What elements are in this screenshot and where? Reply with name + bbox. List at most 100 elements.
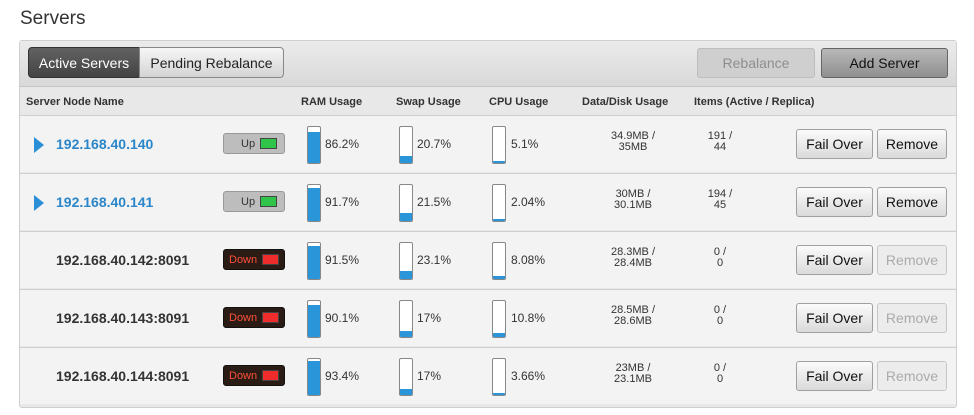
status-light-icon [260, 138, 278, 149]
column-header-node-name: Server Node Name [26, 96, 124, 108]
cpu-gauge [492, 126, 506, 164]
status-label: Up [241, 137, 256, 150]
gauge-fill [308, 304, 320, 337]
disk-usage: 23MB /23.1MB [588, 363, 678, 385]
swap-value: 20.7% [417, 137, 452, 151]
remove-button: Remove [877, 303, 947, 333]
rebalance-button[interactable]: Rebalance [697, 48, 815, 78]
cpu-gauge [492, 242, 506, 280]
status-light-icon [260, 196, 278, 207]
items-count: 191 /44 [690, 131, 750, 153]
gauge-fill [400, 330, 412, 337]
tab-active-servers[interactable]: Active Servers [28, 47, 140, 78]
swap-gauge [399, 242, 413, 280]
swap-value: 21.5% [417, 195, 452, 209]
disk-total: 35MB [618, 141, 648, 153]
ram-value: 91.7% [325, 195, 360, 209]
gauge-fill [308, 361, 320, 395]
column-header-disk: Data/Disk Usage [582, 96, 669, 108]
column-header-ram: RAM Usage [301, 96, 363, 108]
gauge-fill [308, 246, 320, 279]
servers-panel: Active Servers Pending Rebalance Rebalan… [19, 40, 957, 408]
status-badge: Down [223, 307, 285, 328]
status-badge: Up [223, 133, 285, 154]
items-replica: 0 [716, 373, 724, 385]
server-node-name[interactable]: 192.168.40.141 [56, 194, 153, 210]
items-count: 0 /0 [690, 247, 750, 269]
cpu-value: 10.8% [511, 311, 546, 325]
ram-value: 90.1% [325, 311, 360, 325]
cpu-gauge [492, 300, 506, 338]
ram-value: 91.5% [325, 253, 360, 267]
disk-usage: 28.3MB /28.4MB [588, 247, 678, 269]
disk-total: 30.1MB [614, 199, 652, 211]
remove-button: Remove [877, 361, 947, 391]
server-row: 192.168.40.141 Up 91.7% 21.5% 2.04% 30MB /30.… [20, 173, 956, 230]
disk-total: 28.6MB [614, 315, 652, 327]
ram-gauge [307, 126, 321, 164]
items-count: 194 /45 [690, 189, 750, 211]
server-node-name: 192.168.40.143:8091 [56, 310, 190, 326]
ram-value: 86.2% [325, 137, 360, 151]
gauge-fill [400, 213, 412, 221]
ram-gauge [307, 358, 321, 396]
fail-over-button[interactable]: Fail Over [796, 129, 873, 159]
server-node-name: 192.168.40.142:8091 [56, 252, 190, 268]
server-row: 192.168.40.140 Up 86.2% 20.7% 5.1% 34.9MB /35… [20, 115, 956, 172]
items-replica: 0 [716, 257, 724, 269]
expand-arrow-icon[interactable] [34, 137, 44, 153]
server-node-name: 192.168.40.144:8091 [56, 368, 190, 384]
status-badge: Down [223, 365, 285, 386]
column-header-cpu: CPU Usage [489, 96, 549, 108]
remove-button[interactable]: Remove [877, 129, 947, 159]
status-light-icon [262, 312, 280, 323]
swap-gauge [399, 184, 413, 222]
disk-total: 28.4MB [614, 257, 652, 269]
swap-gauge [399, 358, 413, 396]
gauge-fill [493, 218, 505, 221]
status-label: Down [229, 253, 258, 266]
items-replica: 45 [713, 199, 727, 211]
status-badge: Down [223, 249, 285, 270]
fail-over-button[interactable]: Fail Over [796, 187, 873, 217]
fail-over-button[interactable]: Fail Over [796, 245, 873, 275]
swap-value: 17% [417, 369, 442, 383]
server-node-name[interactable]: 192.168.40.140 [56, 136, 153, 152]
page-title: Servers [20, 8, 86, 29]
status-light-icon [262, 370, 280, 381]
column-header-items: Items (Active / Replica) [694, 96, 815, 108]
gauge-fill [493, 333, 505, 337]
status-label: Up [241, 195, 256, 208]
server-row: 192.168.40.143:8091 Down 90.1% 17% 10.8% 28.5… [20, 289, 956, 346]
toolbar: Active Servers Pending Rebalance Rebalan… [20, 41, 956, 87]
gauge-fill [308, 131, 320, 163]
remove-button[interactable]: Remove [877, 187, 947, 217]
disk-usage: 30MB /30.1MB [588, 189, 678, 211]
fail-over-button[interactable]: Fail Over [796, 303, 873, 333]
gauge-fill [308, 188, 320, 221]
server-row: 192.168.40.142:8091 Down 91.5% 23.1% 8.08% 28… [20, 231, 956, 288]
items-count: 0 /0 [690, 305, 750, 327]
status-badge: Up [223, 191, 285, 212]
cpu-gauge [492, 184, 506, 222]
disk-usage: 34.9MB /35MB [588, 131, 678, 153]
column-header-swap: Swap Usage [396, 96, 461, 108]
expand-arrow-icon[interactable] [34, 195, 44, 211]
items-replica: 0 [716, 315, 724, 327]
swap-value: 17% [417, 311, 442, 325]
swap-value: 23.1% [417, 253, 452, 267]
tab-pending-rebalance[interactable]: Pending Rebalance [139, 47, 284, 78]
cpu-value: 3.66% [511, 369, 546, 383]
status-label: Down [229, 311, 258, 324]
status-label: Down [229, 369, 258, 382]
gauge-fill [400, 155, 412, 163]
disk-total: 23.1MB [614, 373, 652, 385]
fail-over-button[interactable]: Fail Over [796, 361, 873, 391]
swap-gauge [399, 126, 413, 164]
gauge-fill [493, 276, 505, 279]
remove-button: Remove [877, 245, 947, 275]
add-server-button[interactable]: Add Server [821, 48, 948, 78]
items-count: 0 /0 [690, 363, 750, 385]
gauge-fill [400, 270, 412, 279]
cpu-gauge [492, 358, 506, 396]
